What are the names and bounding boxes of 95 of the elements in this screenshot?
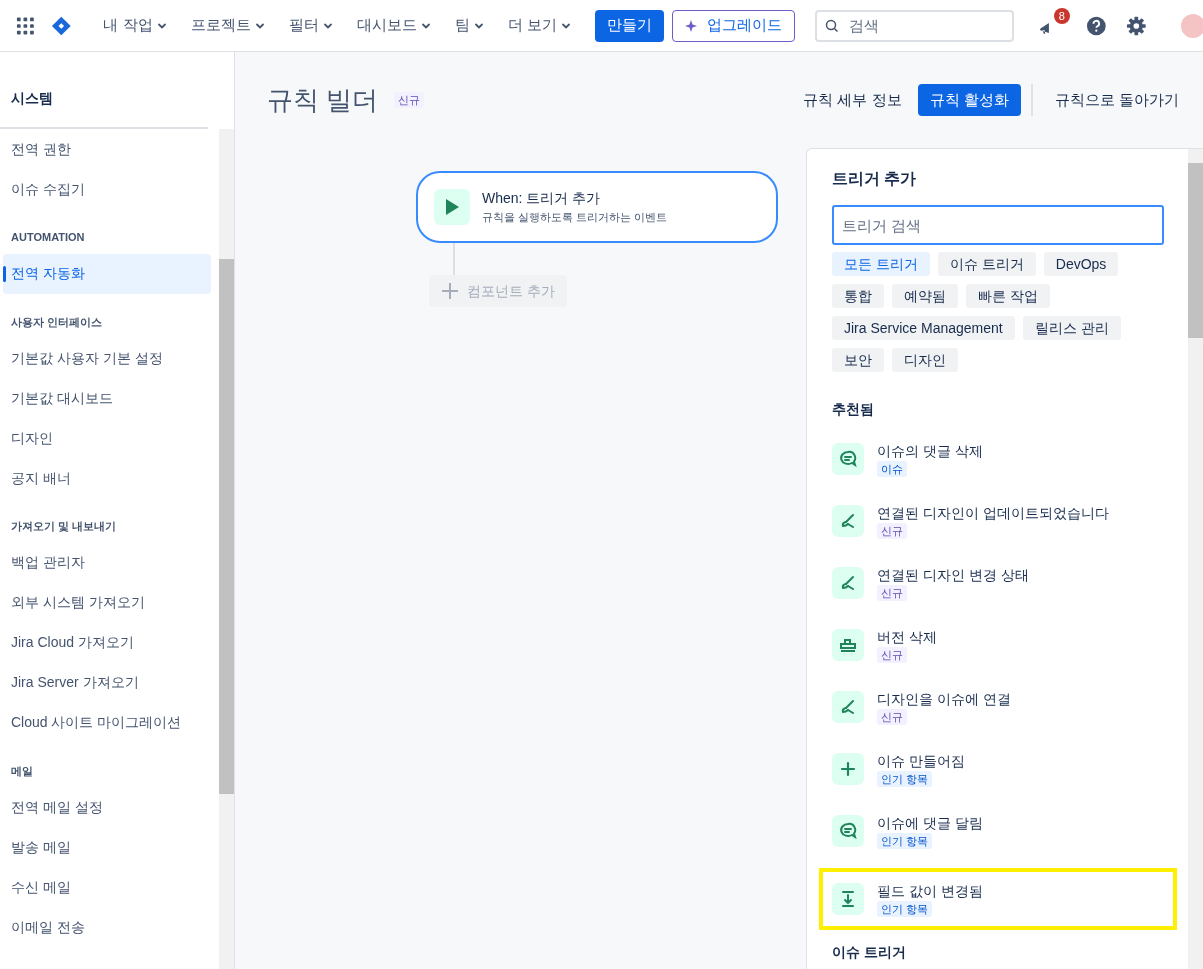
- trigger-title: 연결된 디자인이 업데이트되었습니다: [877, 504, 1109, 523]
- trigger-tag: 신규: [877, 585, 907, 601]
- sidebar-title: 시스템: [0, 52, 208, 129]
- sidebar-item[interactable]: 외부 시스템 가져오기: [3, 582, 211, 623]
- search-icon: [824, 18, 839, 33]
- sidebar-item[interactable]: 기본값 대시보드: [3, 378, 211, 418]
- trigger-tag: 인기 항목: [877, 833, 933, 849]
- header-button[interactable]: 규칙으로 돌아가기: [1042, 84, 1191, 116]
- filter-chip[interactable]: 이슈 트리거: [937, 252, 1036, 276]
- plus-icon: [441, 282, 459, 300]
- trigger-tag: 인기 항목: [877, 901, 933, 917]
- nav-menu[interactable]: 내 작업: [95, 9, 175, 42]
- play-icon: [434, 189, 470, 225]
- trigger-title: 버전 삭제: [877, 628, 937, 647]
- scrollbar[interactable]: [1188, 149, 1203, 969]
- trigger-item[interactable]: 이슈의 댓글 삭제 이슈: [832, 428, 1164, 490]
- filter-chip[interactable]: 통합: [832, 284, 884, 308]
- sidebar-item[interactable]: 전역 자동화: [3, 253, 211, 294]
- download-icon: [832, 883, 864, 915]
- nav-menu[interactable]: 더 보기: [499, 9, 579, 42]
- sidebar-item[interactable]: 공지 배너: [3, 458, 211, 498]
- trigger-title: 필드 값이 변경됨: [877, 882, 983, 901]
- section-heading: 가져오기 및 내보내기: [10, 519, 118, 534]
- filter-chip[interactable]: DevOps: [1043, 252, 1119, 276]
- sidebar-item[interactable]: 이메일 전송: [3, 907, 211, 947]
- filter-chip[interactable]: 모든 트리거: [832, 252, 930, 276]
- section-heading: 이슈 트리거: [832, 943, 907, 962]
- app-grid-icon[interactable]: [16, 15, 35, 36]
- panel-title: 트리거 추가: [832, 169, 918, 189]
- nav-menu[interactable]: 프로젝트: [182, 9, 273, 42]
- trigger-title: 이슈 만들어짐: [877, 752, 965, 771]
- upgrade-button[interactable]: 업그레이드: [671, 9, 795, 42]
- section-heading: 메일: [10, 763, 34, 779]
- brush-icon: [832, 691, 864, 723]
- section-heading: 추천됨: [832, 400, 875, 419]
- trigger-title: 디자인을 이슈에 연결: [877, 690, 1011, 709]
- brush-icon: [832, 567, 864, 599]
- page-title: 규칙 빌더: [267, 83, 379, 117]
- sidebar-item[interactable]: Cloud 사이트 마이그레이션: [3, 702, 211, 743]
- search-field[interactable]: 검색: [814, 9, 1014, 42]
- settings-icon[interactable]: [1126, 14, 1147, 37]
- sidebar-item[interactable]: Jira Cloud 가져오기: [3, 622, 211, 663]
- sidebar-item[interactable]: 디자인: [3, 418, 211, 458]
- trigger-item[interactable]: 이슈 만들어짐 인기 항목: [832, 738, 1164, 800]
- section-heading: 사용자 인터페이스: [10, 314, 104, 330]
- trigger-tag: 신규: [877, 647, 907, 663]
- filter-chip[interactable]: 디자인: [892, 348, 958, 372]
- trigger-tag: 인기 항목: [877, 771, 933, 787]
- section-heading: AUTOMATION: [10, 230, 86, 245]
- trigger-tag: 신규: [877, 523, 907, 539]
- filter-chip[interactable]: Jira Service Management: [832, 316, 1015, 340]
- node-subtitle: 규칙을 실행하도록 트리거하는 이벤트: [482, 210, 668, 226]
- scrollbar[interactable]: [219, 129, 234, 969]
- header-button[interactable]: 규칙 세부 정보: [791, 84, 914, 116]
- filter-chip[interactable]: 보안: [832, 348, 884, 372]
- speech-bubble-icon: [832, 443, 864, 475]
- trigger-title: 연결된 디자인 변경 상태: [877, 566, 1029, 585]
- create-button[interactable]: 만들기: [594, 9, 664, 42]
- trigger-title: 이슈에 댓글 달림: [877, 814, 983, 833]
- trigger-node[interactable]: When: 트리거 추가 규칙을 실행하도록 트리거하는 이벤트: [416, 171, 778, 243]
- speech-bubble-icon: [832, 815, 864, 847]
- sidebar-item[interactable]: 기본값 사용자 기본 설정: [3, 338, 211, 378]
- trigger-item[interactable]: 버전 삭제 신규: [832, 614, 1164, 676]
- sidebar-item[interactable]: 수신 메일: [3, 867, 211, 907]
- filter-chip[interactable]: 예약됨: [892, 284, 958, 308]
- help-icon[interactable]: [1085, 14, 1107, 37]
- trigger-item[interactable]: 연결된 디자인이 업데이트되었습니다 신규: [832, 490, 1164, 552]
- trigger-item[interactable]: 디자인을 이슈에 연결 신규: [832, 676, 1164, 738]
- filter-chip[interactable]: 빠른 작업: [966, 284, 1050, 308]
- trigger-search-field[interactable]: 트리거 검색: [832, 205, 1164, 245]
- sidebar-item[interactable]: 전역 메일 설정: [3, 787, 211, 827]
- trigger-title: 이슈의 댓글 삭제: [877, 442, 983, 461]
- notification-badge: 8: [1053, 7, 1070, 24]
- sparkle-icon: [684, 18, 699, 33]
- brush-icon: [832, 505, 864, 537]
- plus-icon: [832, 753, 864, 785]
- trigger-item[interactable]: 연결된 디자인 변경 상태 신규: [832, 552, 1164, 614]
- nav-menu[interactable]: 대시보드: [348, 9, 439, 42]
- sidebar-item[interactable]: 전역 권한: [3, 129, 211, 169]
- new-badge: 신규: [394, 91, 425, 109]
- header-button[interactable]: 규칙 활성화: [917, 84, 1021, 116]
- logo-icon[interactable]: [50, 14, 72, 37]
- filter-chip[interactable]: 릴리스 관리: [1022, 316, 1121, 340]
- sidebar-item[interactable]: 발송 메일: [3, 827, 211, 867]
- nav-menu[interactable]: 팀: [446, 9, 492, 42]
- nav-menu[interactable]: 필터: [280, 9, 341, 42]
- trigger-item[interactable]: 이슈에 댓글 달림 인기 항목: [832, 800, 1164, 862]
- ship-icon: [832, 629, 864, 661]
- sidebar-item[interactable]: 이슈 수집기: [3, 169, 211, 209]
- trigger-tag: 신규: [877, 709, 907, 725]
- node-title: When: 트리거 추가: [482, 189, 602, 209]
- sidebar-item[interactable]: Jira Server 가져오기: [3, 662, 211, 703]
- trigger-item[interactable]: 필드 값이 변경됨 인기 항목: [819, 868, 1177, 930]
- sidebar-item[interactable]: 백업 관리자: [3, 542, 211, 583]
- trigger-tag: 이슈: [877, 461, 907, 477]
